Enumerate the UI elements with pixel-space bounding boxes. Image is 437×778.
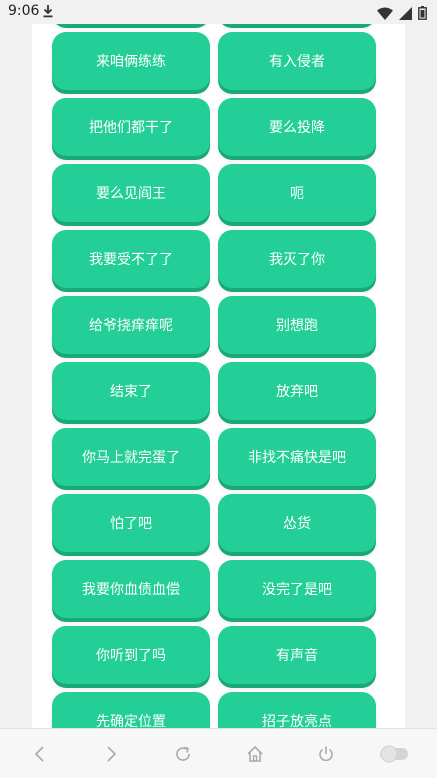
- voice-button[interactable]: 怂货: [218, 494, 376, 552]
- home-icon[interactable]: [242, 741, 268, 767]
- download-icon: [42, 3, 54, 22]
- voice-button[interactable]: 要么投降: [218, 98, 376, 156]
- voice-button[interactable]: 你听到了吗: [52, 626, 210, 684]
- voice-button[interactable]: 别想跑: [218, 296, 376, 354]
- voice-button[interactable]: 要么见阎王: [52, 164, 210, 222]
- voice-button[interactable]: 我要你血债血偿: [52, 560, 210, 618]
- voice-button[interactable]: 给爷挠痒痒呢: [52, 296, 210, 354]
- voice-button[interactable]: 放弃吧: [218, 362, 376, 420]
- status-bar: 9:06: [0, 0, 437, 24]
- forward-icon[interactable]: [98, 741, 124, 767]
- voice-button[interactable]: 我要受不了了: [52, 230, 210, 288]
- voice-button[interactable]: 你马上就完蛋了: [52, 428, 210, 486]
- bottom-nav-bar: [0, 728, 437, 778]
- status-time: 9:06: [8, 3, 40, 19]
- battery-icon: [418, 5, 427, 24]
- voice-button[interactable]: 有声音: [218, 626, 376, 684]
- back-icon[interactable]: [27, 741, 53, 767]
- voice-button[interactable]: 我灭了你: [218, 230, 376, 288]
- voice-button[interactable]: 没完了是吧: [218, 560, 376, 618]
- power-icon[interactable]: [313, 741, 339, 767]
- signal-icon: [399, 5, 412, 24]
- toggle-icon[interactable]: [378, 741, 410, 767]
- voice-button[interactable]: 怕了吧: [52, 494, 210, 552]
- reload-icon[interactable]: [170, 741, 196, 767]
- voice-button[interactable]: 把他们都干了: [52, 98, 210, 156]
- wifi-icon: [377, 5, 393, 24]
- voice-button[interactable]: 非找不痛快是吧: [218, 428, 376, 486]
- voice-button[interactable]: 呃: [218, 164, 376, 222]
- voice-button[interactable]: 来咱俩练练: [52, 32, 210, 90]
- voice-button[interactable]: 有入侵者: [218, 32, 376, 90]
- voice-button[interactable]: 结束了: [52, 362, 210, 420]
- content-panel: 来咱俩练练 有入侵者 把他们都干了 要么投降 要么见阎王 呃 我要受不了了 我灭…: [32, 0, 405, 750]
